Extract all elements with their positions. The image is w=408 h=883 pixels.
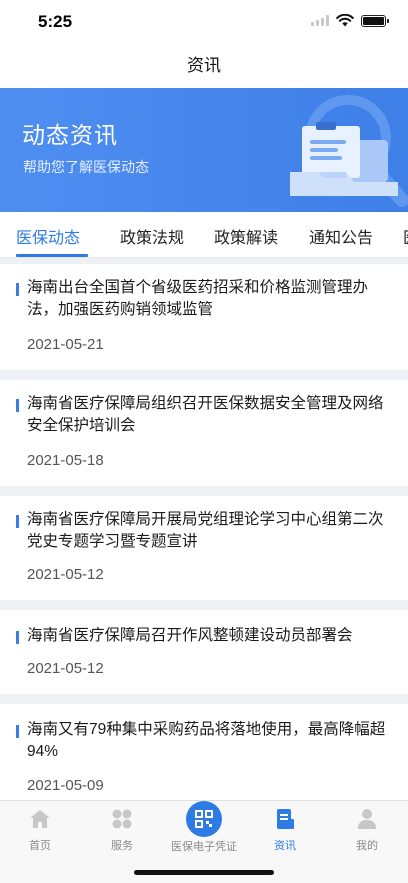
status-time: 5:25 [38, 12, 73, 31]
news-date: 2021-05-12 [27, 566, 104, 583]
news-date: 2021-05-09 [27, 777, 104, 794]
news-date: 2021-05-12 [27, 660, 104, 677]
tab-notices[interactable]: 通知公告 [309, 224, 373, 248]
banner-title: 动态资讯 [22, 122, 118, 148]
tab-policy-interpretation[interactable]: 政策解读 [214, 224, 278, 248]
tabbar-profile[interactable]: 我的 [327, 807, 407, 853]
list-marker [16, 399, 19, 412]
wifi-icon [336, 14, 354, 27]
banner: 动态资讯 帮助您了解医保动态 [0, 88, 408, 212]
grid-icon [112, 809, 132, 829]
tabbar-services[interactable]: 服务 [82, 807, 162, 853]
tabbar-medical-insurance-code[interactable]: 医保电子凭证 [164, 801, 244, 854]
tab-more[interactable]: 医 [403, 224, 408, 248]
qr-code-icon [195, 810, 213, 828]
tabbar-label: 首页 [29, 840, 51, 852]
news-title: 海南出台全国首个省级医药招采和价格监测管理办法，加强医药购销领域监管 [27, 279, 369, 318]
tabbar-label: 资讯 [274, 840, 296, 852]
news-date: 2021-05-21 [27, 336, 104, 353]
news-title: 海南又有79种集中采购药品将落地使用，最高降幅超94% [27, 721, 386, 760]
battery-icon [361, 14, 389, 27]
news-title: 海南省医疗保障局召开作风整顿建设动员部署会 [27, 627, 353, 644]
page-title: 资讯 [187, 56, 221, 75]
active-tab-indicator [16, 254, 88, 257]
news-icon [277, 809, 294, 829]
qr-code-button [186, 801, 222, 837]
list-marker [16, 631, 19, 644]
news-title: 海南省医疗保障局组织召开医保数据安全管理及网络安全保护培训会 [27, 395, 384, 434]
tabbar-label: 医保电子凭证 [171, 841, 237, 853]
bottom-tab-bar: 首页 服务 医保电子凭证 资讯 我的 [0, 800, 408, 883]
list-marker [16, 725, 19, 738]
news-date: 2021-05-18 [27, 452, 104, 469]
nav-bar: 资讯 [0, 44, 408, 88]
list-marker [16, 515, 19, 528]
home-indicator [134, 870, 274, 875]
news-item[interactable]: 海南出台全国首个省级医药招采和价格监测管理办法，加强医药购销领域监管 2021-… [0, 264, 408, 370]
news-item[interactable]: 海南省医疗保障局召开作风整顿建设动员部署会 2021-05-12 [0, 610, 408, 694]
tabbar-home[interactable]: 首页 [0, 807, 80, 853]
list-marker [16, 283, 19, 296]
news-item[interactable]: 海南省医疗保障局组织召开医保数据安全管理及网络安全保护培训会 2021-05-1… [0, 380, 408, 486]
banner-subtitle: 帮助您了解医保动态 [23, 159, 149, 175]
tab-medical-insurance-news[interactable]: 医保动态 [16, 224, 80, 248]
news-item[interactable]: 海南又有79种集中采购药品将落地使用，最高降幅超94% 2021-05-09 [0, 704, 408, 800]
status-bar: 5:25 [0, 0, 408, 44]
news-item[interactable]: 海南省医疗保障局开展局党组理论学习中心组第二次党史专题学习暨专题宣讲 2021-… [0, 496, 408, 600]
status-icons [311, 14, 389, 27]
person-icon [358, 809, 376, 829]
home-icon [30, 810, 50, 828]
tabbar-label: 我的 [356, 840, 378, 852]
tabbar-news[interactable]: 资讯 [245, 807, 325, 853]
signal-icon [311, 15, 329, 26]
news-document-illustration-icon [290, 95, 408, 207]
tab-policy-regulations[interactable]: 政策法规 [120, 224, 184, 248]
tabbar-label: 服务 [111, 840, 133, 852]
category-tabs: 医保动态 政策法规 政策解读 通知公告 医 [0, 212, 408, 258]
news-title: 海南省医疗保障局开展局党组理论学习中心组第二次党史专题学习暨专题宣讲 [27, 511, 384, 550]
